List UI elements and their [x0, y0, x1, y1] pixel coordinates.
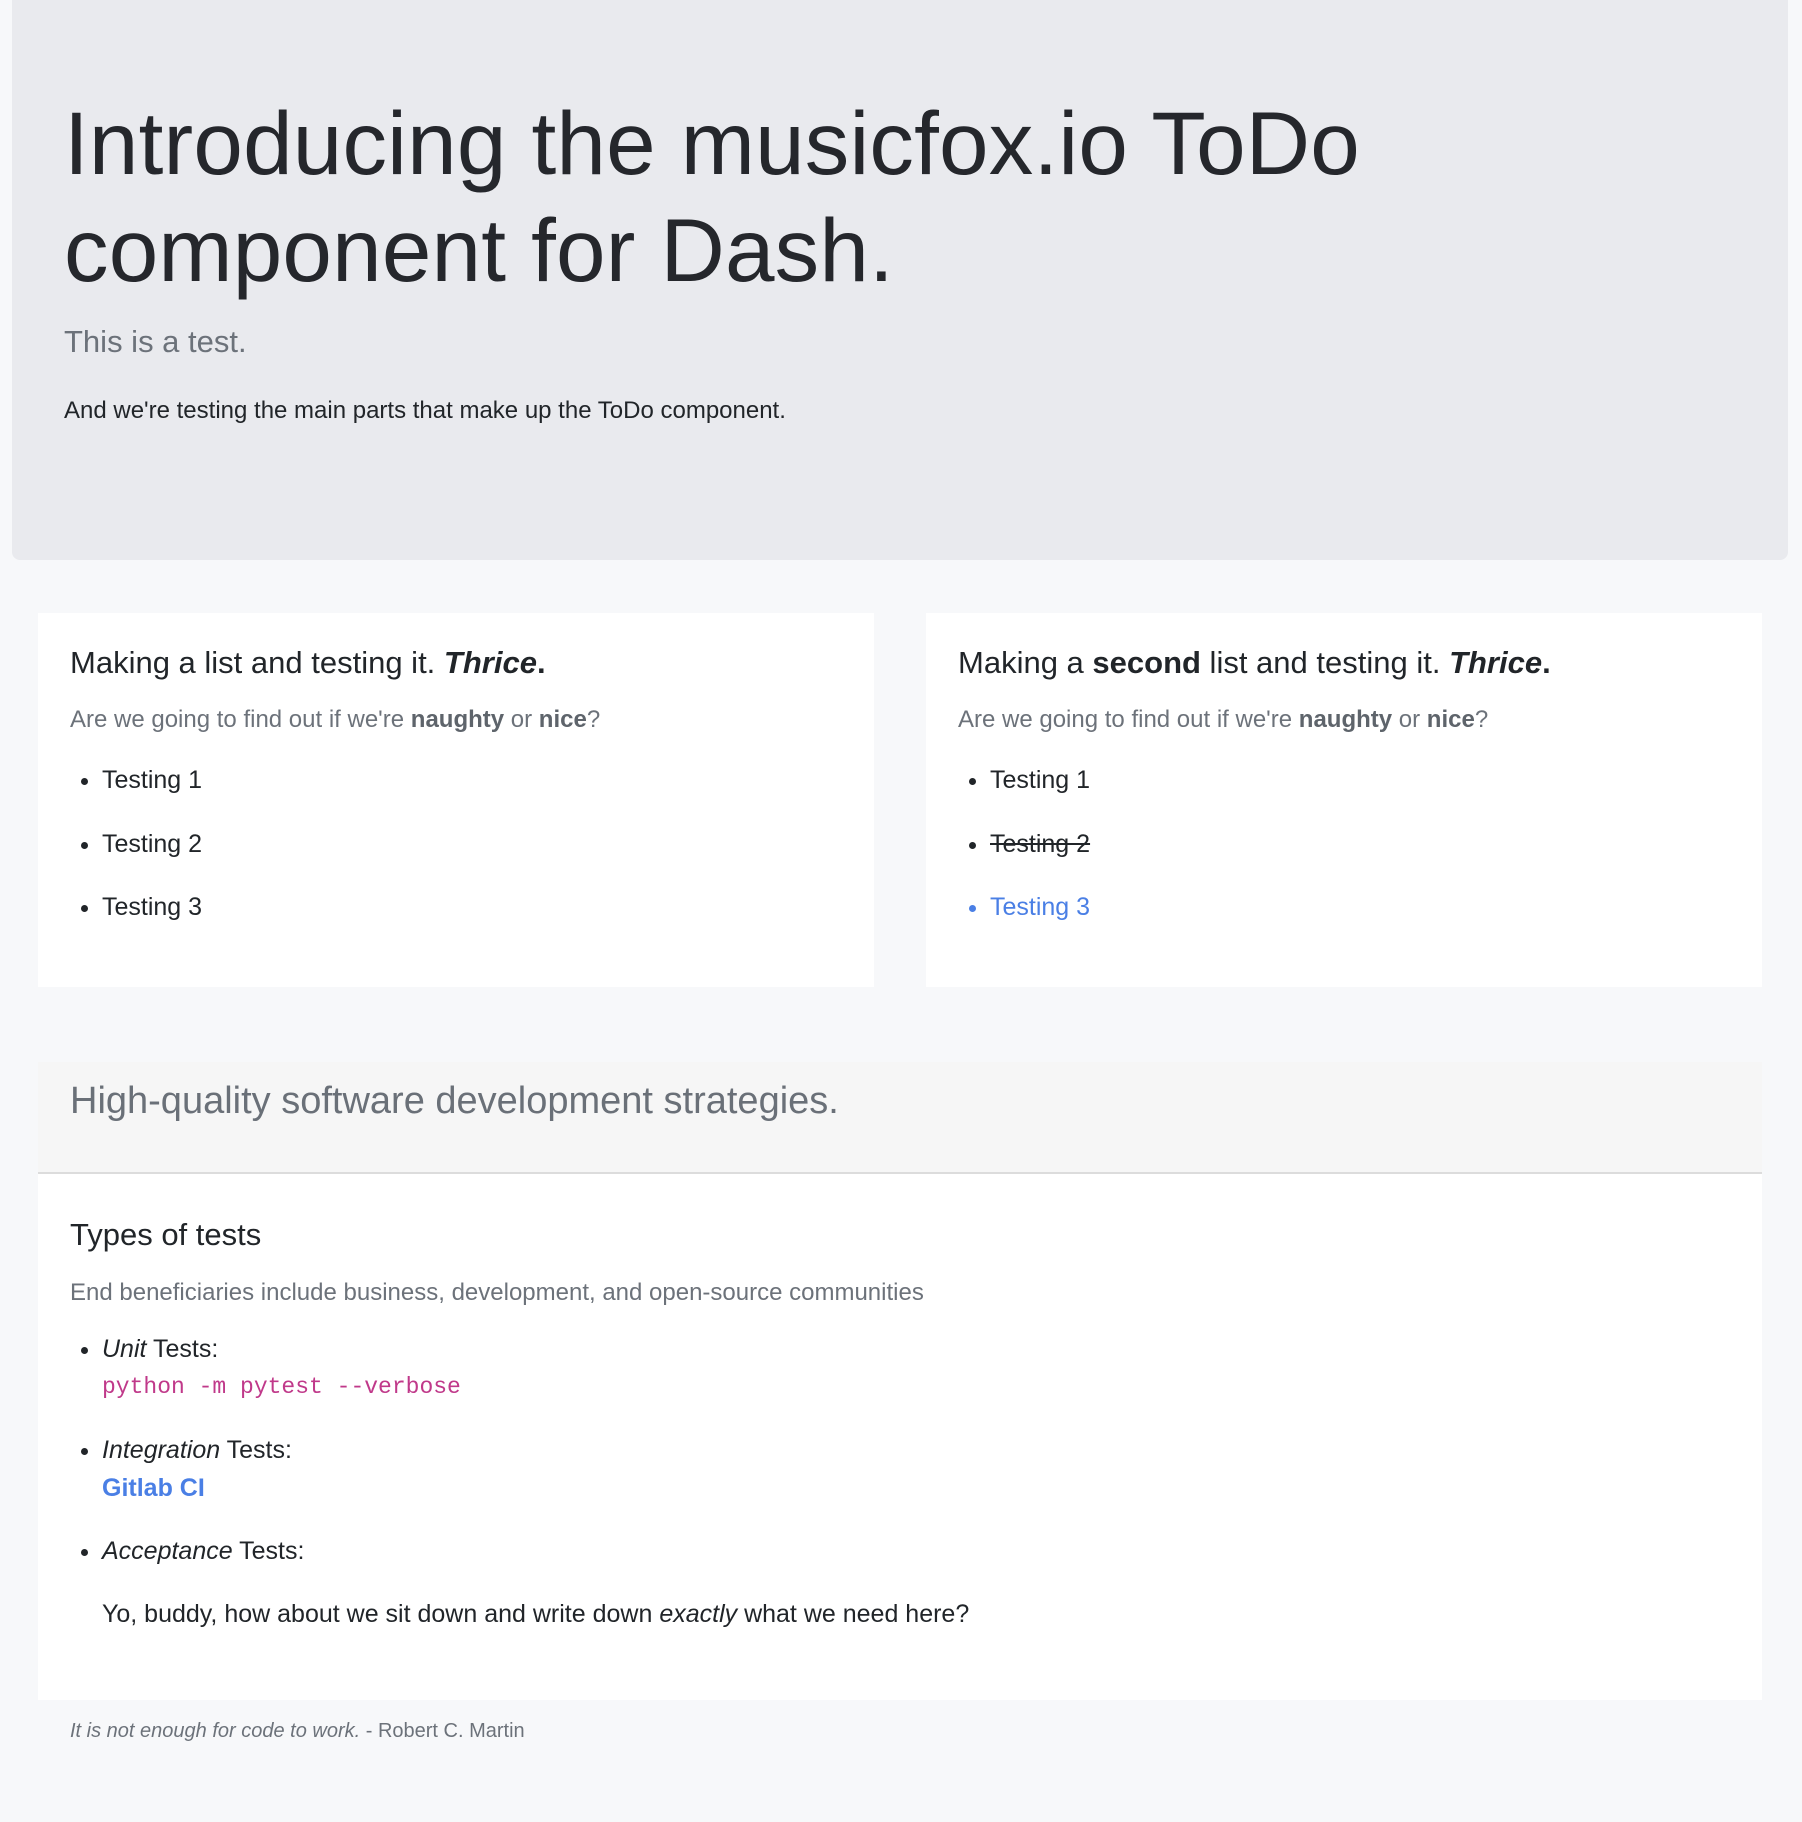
unit-tests-command: python -m pytest --verbose — [102, 1374, 461, 1400]
subtitle-nice: nice — [538, 706, 587, 733]
integration-tests-item: Integration Tests: Gitlab CI — [102, 1431, 969, 1507]
footer-quote-author: - Robert C. Martin — [360, 1720, 525, 1742]
strategies-card-header: High-quality software development strate… — [38, 1062, 1762, 1174]
card-title-text: list and testing it. — [1200, 645, 1450, 680]
unit-tests-item: Unit Tests: python -m pytest --verbose — [102, 1330, 969, 1406]
card-title-end: . — [536, 645, 546, 680]
todo-card-first: Making a list and testing it. Thrice. Ar… — [38, 613, 874, 987]
types-of-tests-subtitle: End beneficiaries include business, deve… — [70, 1279, 924, 1306]
subtitle-text: Are we going to find out if we're — [70, 706, 411, 733]
integration-tests-label: Tests: — [220, 1436, 292, 1464]
card-title-strong: second — [1092, 645, 1201, 680]
acceptance-text-post: what we need here? — [737, 1600, 970, 1628]
todo-item-active[interactable]: Testing 3 — [990, 876, 1090, 940]
strategies-card: High-quality software development strate… — [38, 1062, 1762, 1700]
types-of-tests-title: Types of tests — [70, 1217, 262, 1252]
todo-list: Testing 1 Testing 2 Testing 3 — [958, 749, 1090, 940]
card-title-end: . — [1542, 645, 1551, 680]
subtitle-naughty: naughty — [1298, 706, 1393, 733]
acceptance-text-pre: Yo, buddy, how about we sit down and wri… — [102, 1600, 660, 1628]
todo-list: Testing 1 Testing 2 Testing 3 — [70, 749, 202, 940]
footer-quote: It is not enough for code to work. - Rob… — [70, 1720, 525, 1743]
subtitle-or: or — [504, 706, 539, 733]
tests-list: Unit Tests: python -m pytest --verbose I… — [70, 1330, 969, 1658]
todo-item-done[interactable]: Testing 2 — [990, 813, 1090, 877]
subtitle-nice: nice — [1426, 706, 1475, 733]
todo-item[interactable]: Testing 2 — [102, 813, 202, 877]
todo-item[interactable]: Testing 1 — [102, 749, 202, 813]
strategies-header-title: High-quality software development strate… — [70, 1080, 839, 1122]
card-title-emphasis: Thrice — [443, 645, 537, 680]
subtitle-end: ? — [1474, 706, 1489, 733]
unit-tests-em: Unit — [102, 1335, 147, 1363]
card-title: Making a second list and testing it. Thr… — [958, 645, 1551, 681]
subtitle-end: ? — [586, 706, 601, 733]
acceptance-tests-item: Acceptance Tests: Yo, buddy, how about w… — [102, 1532, 969, 1633]
subtitle-naughty: naughty — [410, 706, 505, 733]
card-title-emphasis: Thrice — [1449, 645, 1543, 680]
jumbotron: Introducing the musicfox.io ToDo compone… — [12, 0, 1788, 560]
gitlab-ci-link[interactable]: Gitlab CI — [102, 1469, 969, 1507]
integration-tests-em: Integration — [102, 1436, 221, 1464]
card-title-text: Making a — [958, 645, 1093, 680]
acceptance-tests-label: Tests: — [232, 1537, 305, 1565]
lead-text: This is a test. — [64, 324, 247, 359]
todo-item[interactable]: Testing 1 — [990, 749, 1090, 813]
page-title: Introducing the musicfox.io ToDo compone… — [64, 93, 1360, 300]
footer-quote-text: It is not enough for code to work. — [70, 1720, 361, 1742]
card-title: Making a list and testing it. Thrice. — [70, 645, 546, 681]
acceptance-text-emphasis: exactly — [659, 1600, 738, 1628]
acceptance-tests-text: Yo, buddy, how about we sit down and wri… — [102, 1595, 969, 1633]
acceptance-tests-em: Acceptance — [102, 1537, 233, 1565]
todo-card-second: Making a second list and testing it. Thr… — [926, 613, 1762, 987]
card-subtitle: Are we going to find out if we're naught… — [958, 706, 1488, 734]
subtitle-or: or — [1392, 706, 1427, 733]
jumbotron-description: And we're testing the main parts that ma… — [64, 397, 786, 424]
card-subtitle: Are we going to find out if we're naught… — [70, 706, 600, 734]
subtitle-text: Are we going to find out if we're — [958, 706, 1299, 733]
todo-item[interactable]: Testing 3 — [102, 876, 202, 940]
card-title-text: Making a list and testing it. — [70, 645, 444, 680]
unit-tests-label: Tests: — [146, 1335, 219, 1363]
